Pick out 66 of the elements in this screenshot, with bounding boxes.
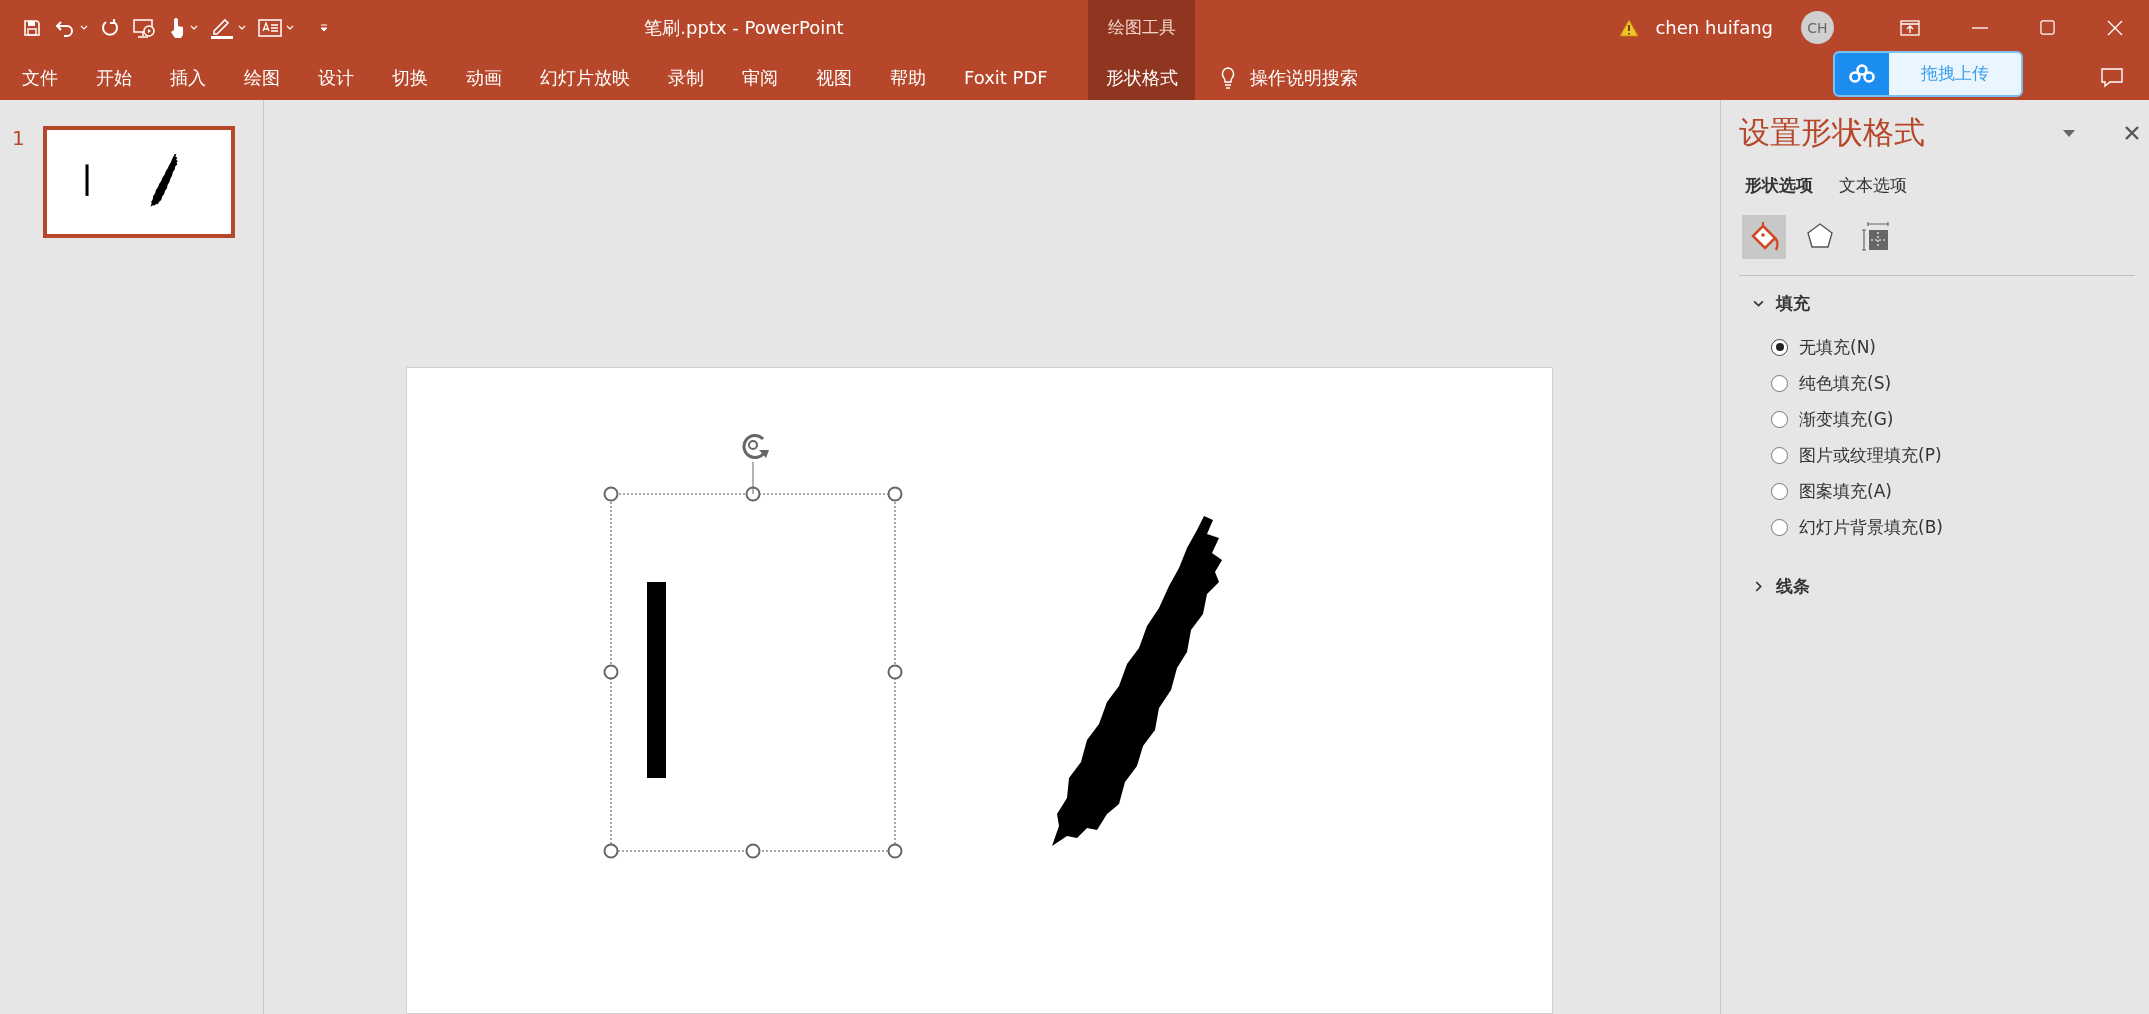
caret-icon[interactable] bbox=[238, 24, 246, 31]
pane-title: 设置形状格式 bbox=[1739, 113, 1926, 152]
ribbon-display-icon[interactable] bbox=[1900, 19, 1920, 36]
ribbon-tab[interactable]: 录制 bbox=[649, 55, 723, 100]
customize-icon[interactable] bbox=[320, 23, 328, 32]
radio-button[interactable] bbox=[1771, 518, 1788, 536]
ribbon-tab[interactable]: 幻灯片放映 bbox=[521, 55, 649, 100]
brush-stroke-drawing bbox=[150, 153, 178, 207]
ribbon-tab[interactable]: 帮助 bbox=[871, 55, 945, 100]
ribbon-tab[interactable]: 视图 bbox=[797, 55, 871, 100]
chevron-icon bbox=[1753, 298, 1764, 309]
slide[interactable] bbox=[406, 367, 1553, 1014]
caret-icon[interactable] bbox=[80, 24, 88, 31]
presenter-icon[interactable] bbox=[132, 16, 156, 39]
cloud-icon bbox=[1848, 63, 1876, 84]
save-icon[interactable] bbox=[22, 17, 42, 38]
ribbon-tab[interactable]: 文件 bbox=[3, 55, 77, 100]
ribbon-tab[interactable]: 形状格式 bbox=[1088, 55, 1195, 100]
slide-thumbnail[interactable] bbox=[43, 126, 235, 238]
option-label[interactable]: 图片或纹理填充(P) bbox=[1799, 443, 1942, 467]
radio-button[interactable] bbox=[1771, 374, 1788, 392]
radio-button[interactable] bbox=[1771, 482, 1788, 500]
option-label[interactable]: 幻灯片背景填充(B) bbox=[1799, 515, 1943, 539]
radio-button[interactable] bbox=[1771, 338, 1788, 356]
section-header[interactable]: 填充 bbox=[1739, 286, 1810, 321]
option-label[interactable]: 无填充(N) bbox=[1799, 335, 1876, 359]
touch-icon[interactable] bbox=[168, 16, 186, 39]
option-label[interactable]: 渐变填充(G) bbox=[1799, 407, 1894, 431]
chevron-icon bbox=[1753, 581, 1764, 592]
dropdown-icon[interactable] bbox=[2063, 129, 2075, 137]
option-label[interactable]: 图案填充(A) bbox=[1799, 479, 1892, 503]
user-name[interactable]: chen huifang bbox=[1655, 17, 1773, 38]
user-avatar[interactable]: CH bbox=[1801, 11, 1834, 44]
window-title: 笔刷.pptx - PowerPoint bbox=[643, 15, 845, 40]
lightbulb-icon[interactable] bbox=[1220, 66, 1236, 89]
minimize-icon[interactable] bbox=[1972, 26, 1988, 29]
ribbon-tab[interactable]: 绘图 bbox=[225, 55, 299, 100]
ribbon-tab[interactable]: 插入 bbox=[151, 55, 225, 100]
brush-stroke-drawing[interactable] bbox=[1052, 516, 1222, 846]
caret-icon[interactable] bbox=[190, 24, 198, 31]
caret-icon[interactable] bbox=[286, 24, 294, 31]
selection-frame[interactable] bbox=[603, 486, 903, 859]
paint-bucket-tab[interactable] bbox=[1742, 215, 1786, 259]
tell-me-search[interactable]: 操作说明搜索 bbox=[1250, 65, 1358, 90]
redo-icon[interactable] bbox=[100, 17, 120, 38]
pane-tab[interactable]: 文本选项 bbox=[1839, 174, 1907, 197]
maximize-icon[interactable] bbox=[2040, 20, 2055, 35]
textbox-icon[interactable] bbox=[258, 17, 282, 38]
contextual-group-label: 绘图工具 bbox=[1088, 0, 1195, 55]
rotate-handle-icon[interactable] bbox=[742, 434, 769, 495]
close-icon[interactable] bbox=[2125, 126, 2139, 140]
rectangle-shape bbox=[85, 164, 89, 196]
ribbon-tab[interactable]: 切换 bbox=[373, 55, 447, 100]
comment-icon[interactable] bbox=[2101, 67, 2123, 88]
ribbon-tab[interactable]: 动画 bbox=[447, 55, 521, 100]
radio-button[interactable] bbox=[1771, 410, 1788, 428]
section-header[interactable]: 线条 bbox=[1739, 569, 1810, 604]
ribbon-tab[interactable]: 审阅 bbox=[723, 55, 797, 100]
pane-tab[interactable]: 形状选项 bbox=[1745, 174, 1813, 197]
slide-number: 1 bbox=[11, 126, 26, 150]
ribbon-tab[interactable]: 开始 bbox=[77, 55, 151, 100]
radio-button[interactable] bbox=[1771, 446, 1788, 464]
ribbon-tab[interactable]: Foxit PDF bbox=[945, 55, 1067, 100]
ribbon-tab[interactable]: 设计 bbox=[299, 55, 373, 100]
warning-icon[interactable] bbox=[1619, 18, 1640, 37]
option-label[interactable]: 纯色填充(S) bbox=[1799, 371, 1892, 395]
